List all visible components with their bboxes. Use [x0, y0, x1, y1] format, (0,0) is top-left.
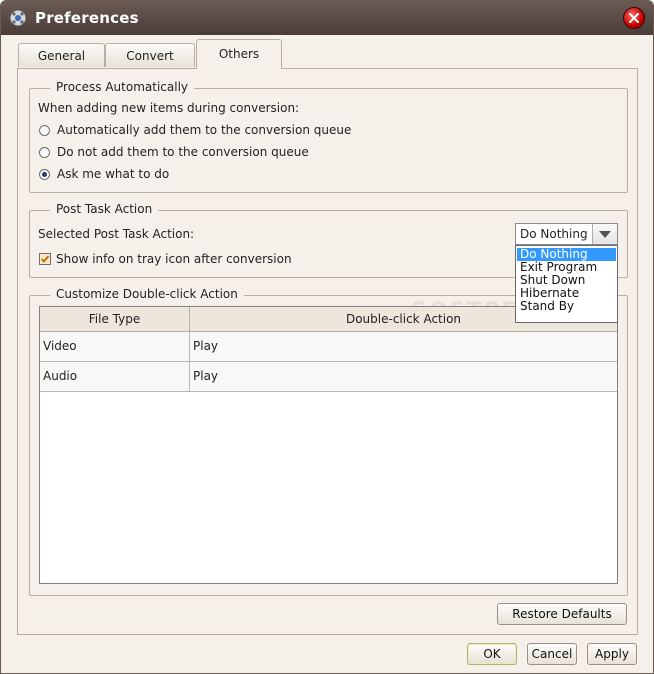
chevron-down-icon	[599, 231, 611, 238]
double-click-table[interactable]: File Type Double-click Action Video Play…	[39, 306, 618, 584]
post-task-select-value: Do Nothing	[520, 227, 588, 241]
process-prompt: When adding new items during conversion:	[38, 101, 300, 115]
radio-auto-add-label[interactable]: Automatically add them to the conversion…	[57, 123, 351, 137]
table-row[interactable]: Audio Play	[40, 362, 617, 392]
checkmark-icon	[40, 254, 50, 264]
post-task-dropdown-list: Do Nothing Exit Program Shut Down Hibern…	[515, 245, 618, 323]
post-task-dropdown-button[interactable]	[592, 224, 617, 244]
tray-info-checkbox[interactable]	[39, 253, 51, 265]
radio-ask-me[interactable]	[39, 169, 50, 180]
cancel-button[interactable]: Cancel	[527, 643, 577, 665]
cell-file-type: Audio	[40, 362, 190, 391]
restore-defaults-button[interactable]: Restore Defaults	[497, 603, 627, 625]
radio-do-not-add[interactable]	[39, 147, 50, 158]
tab-convert[interactable]: Convert	[105, 43, 195, 67]
dropdown-option-stand-by[interactable]: Stand By	[517, 300, 616, 313]
cell-file-type: Video	[40, 332, 190, 361]
app-icon	[9, 9, 27, 27]
title-bar[interactable]: Preferences	[1, 1, 653, 35]
tab-general[interactable]: General	[18, 43, 105, 67]
post-task-action-legend: Post Task Action	[50, 202, 159, 216]
radio-ask-me-label[interactable]: Ask me what to do	[57, 167, 169, 181]
tab-others[interactable]: Others	[196, 39, 282, 69]
close-button[interactable]	[623, 7, 645, 29]
window-title: Preferences	[35, 9, 139, 27]
table-row[interactable]: Video Play	[40, 332, 617, 362]
cell-action[interactable]: Play	[190, 332, 617, 361]
post-task-select[interactable]: Do Nothing	[515, 223, 618, 245]
post-task-label: Selected Post Task Action:	[38, 227, 195, 241]
preferences-window: Preferences General Convert Others Proce…	[0, 0, 654, 674]
process-automatically-legend: Process Automatically	[50, 80, 194, 94]
double-click-legend: Customize Double-click Action	[50, 287, 244, 301]
apply-button[interactable]: Apply	[587, 643, 637, 665]
ok-button[interactable]: OK	[467, 643, 517, 665]
radio-do-not-add-label[interactable]: Do not add them to the conversion queue	[57, 145, 309, 159]
close-icon	[629, 13, 639, 23]
radio-auto-add[interactable]	[39, 125, 50, 136]
tray-info-label[interactable]: Show info on tray icon after conversion	[56, 252, 292, 266]
column-header-file-type[interactable]: File Type	[40, 307, 190, 332]
cell-action[interactable]: Play	[190, 362, 617, 391]
